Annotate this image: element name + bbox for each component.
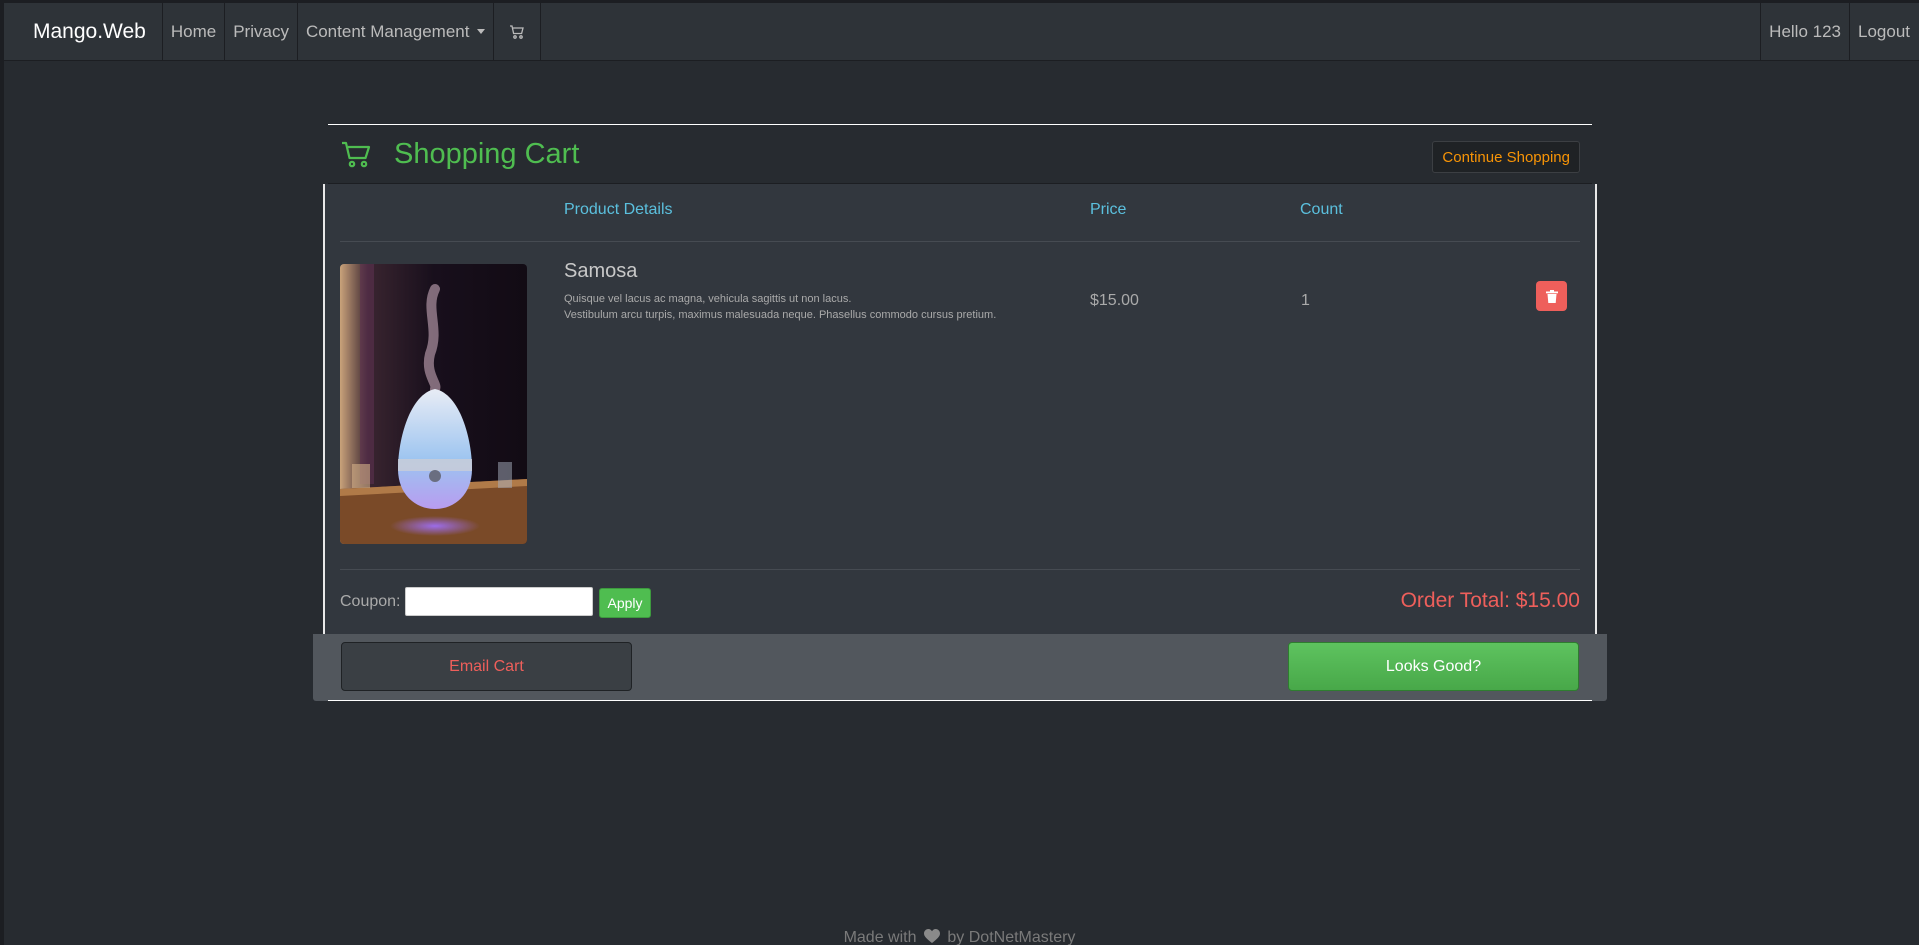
nav-content-management-label: Content Management (305, 21, 470, 41)
product-image (340, 264, 527, 544)
shopping-cart-card: Shopping Cart Continue Shopping Product … (313, 124, 1607, 701)
continue-shopping-button[interactable]: Continue Shopping (1432, 141, 1580, 173)
coupon-input[interactable] (405, 587, 593, 616)
remove-item-button[interactable] (1536, 281, 1567, 311)
product-count: 1 (1301, 292, 1310, 309)
navbar: Mango.Web Home Privacy Content Managemen… (4, 2, 1919, 61)
order-total: Order Total: $15.00 (1400, 589, 1580, 612)
nav-privacy[interactable]: Privacy (225, 2, 298, 61)
column-header-product-details: Product Details (564, 201, 673, 218)
cart-icon (342, 141, 371, 168)
page-title: Shopping Cart (394, 137, 580, 170)
product-description-line: Vestibulum arcu turpis, maximus malesuad… (564, 309, 997, 321)
card-header: Shopping Cart Continue Shopping (328, 124, 1592, 184)
window-frame-left (0, 0, 4, 945)
column-header-price: Price (1090, 201, 1127, 218)
product-name: Samosa (564, 260, 638, 282)
page-footer: Made with by DotNetMastery (0, 929, 1919, 945)
nav-home[interactable]: Home (163, 2, 226, 61)
heart-icon (923, 929, 940, 943)
divider (340, 569, 1580, 570)
card-body: Product Details Price Count Samosa Quisq… (323, 184, 1597, 634)
coupon-label: Coupon: (340, 593, 401, 610)
nav-content-management-dropdown[interactable]: Content Management (298, 2, 495, 61)
divider (328, 700, 1592, 701)
checkout-button[interactable]: Looks Good? (1288, 642, 1579, 691)
trash-icon (1545, 289, 1558, 303)
email-cart-button[interactable]: Email Cart (341, 642, 632, 691)
chevron-down-icon (477, 29, 486, 34)
footer-prefix: Made with (843, 929, 917, 945)
product-price: $15.00 (1090, 292, 1139, 309)
cart-icon (510, 24, 525, 39)
card-footer: Email Cart Looks Good? (313, 634, 1607, 701)
column-header-count: Count (1300, 201, 1343, 218)
nav-logout[interactable]: Logout (1849, 2, 1919, 61)
nav-greeting[interactable]: Hello 123 (1760, 2, 1849, 61)
nav-cart[interactable] (494, 2, 542, 61)
footer-suffix: by DotNetMastery (947, 929, 1076, 945)
brand-link[interactable]: Mango.Web (4, 2, 163, 61)
product-description: Quisque vel lacus ac magna, vehicula sag… (564, 291, 1084, 323)
apply-coupon-button[interactable]: Apply (599, 588, 651, 618)
divider (340, 241, 1580, 242)
nav-right: Hello 123 Logout (1760, 2, 1919, 61)
product-description-line: Quisque vel lacus ac magna, vehicula sag… (564, 293, 852, 305)
